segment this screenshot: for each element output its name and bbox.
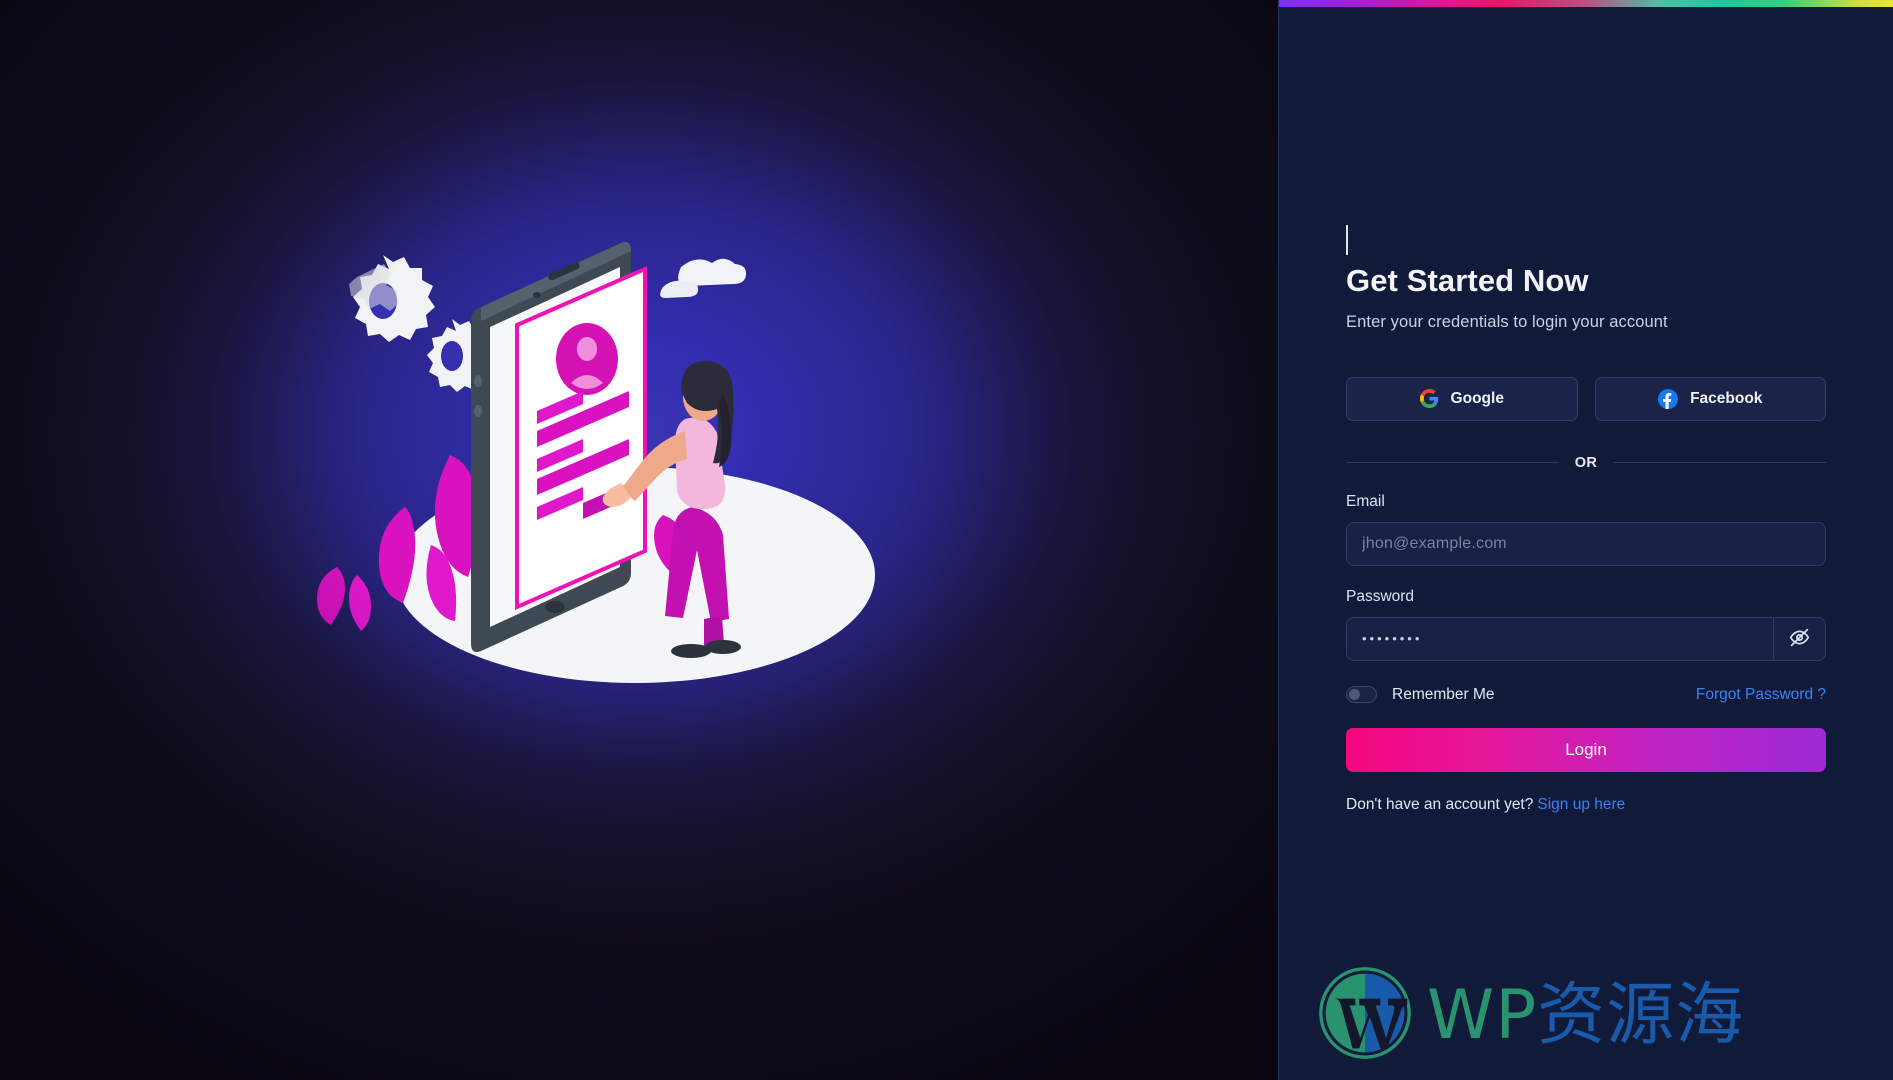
- remember-me-switch[interactable]: [1346, 686, 1377, 704]
- wordpress-logo-icon: [1317, 965, 1413, 1066]
- page-title: Get Started Now: [1346, 263, 1589, 298]
- text-cursor-caret: [1346, 225, 1348, 255]
- switch-knob: [1349, 689, 1360, 701]
- signup-prompt-text: Don't have an account yet?: [1346, 795, 1534, 813]
- divider-rule-left: [1346, 462, 1559, 464]
- cloud-shape: [660, 258, 747, 298]
- login-card-shape: [515, 265, 647, 611]
- remember-me-label: Remember Me: [1392, 685, 1495, 703]
- login-page: Get Started Now Enter your credentials t…: [0, 0, 1893, 1080]
- password-input[interactable]: [1347, 617, 1773, 660]
- login-form-panel: Get Started Now Enter your credentials t…: [1278, 0, 1893, 1080]
- watermark-cjk-text: 资源海: [1537, 975, 1745, 1055]
- password-input-shell: [1346, 616, 1826, 661]
- password-field-group: Password: [1346, 588, 1826, 661]
- facebook-login-button[interactable]: Facebook: [1594, 376, 1826, 421]
- google-login-label: Google: [1450, 389, 1504, 407]
- remember-me-toggle[interactable]: Remember Me: [1346, 686, 1495, 704]
- rainbow-accent-bar: [1279, 0, 1893, 7]
- facebook-icon: [1658, 388, 1679, 409]
- email-input[interactable]: [1347, 522, 1825, 565]
- email-field-group: Email: [1346, 493, 1826, 566]
- google-login-button[interactable]: Google: [1346, 376, 1578, 421]
- page-subtitle: Enter your credentials to login your acc…: [1346, 312, 1668, 331]
- signup-prompt-row: Don't have an account yet? Sign up here: [1346, 796, 1826, 814]
- signup-link[interactable]: Sign up here: [1537, 796, 1625, 813]
- mobile-login-illustration: [317, 242, 875, 683]
- plant-shapes: [317, 455, 479, 631]
- login-button[interactable]: Login: [1346, 727, 1826, 772]
- divider-rule-right: [1613, 462, 1826, 464]
- email-input-shell: [1346, 521, 1826, 566]
- password-label: Password: [1346, 587, 1415, 605]
- toggle-password-visibility-button[interactable]: [1773, 617, 1825, 660]
- google-icon: [1419, 389, 1439, 409]
- facebook-login-label: Facebook: [1690, 389, 1763, 407]
- social-login-row: Google Facebook: [1346, 376, 1826, 421]
- watermark-latin-text: WP: [1427, 975, 1538, 1055]
- email-label: Email: [1346, 492, 1385, 510]
- eye-off-icon: [1789, 627, 1810, 651]
- forgot-password-link[interactable]: Forgot Password ?: [1696, 686, 1826, 704]
- login-form: Get Started Now Enter your credentials t…: [1346, 225, 1826, 814]
- divider-label: OR: [1574, 454, 1598, 471]
- form-options-row: Remember Me Forgot Password ?: [1346, 686, 1826, 704]
- or-divider: OR: [1346, 455, 1826, 471]
- site-watermark: WP资源海: [1317, 965, 1744, 1066]
- illustration-panel: [0, 0, 1278, 1080]
